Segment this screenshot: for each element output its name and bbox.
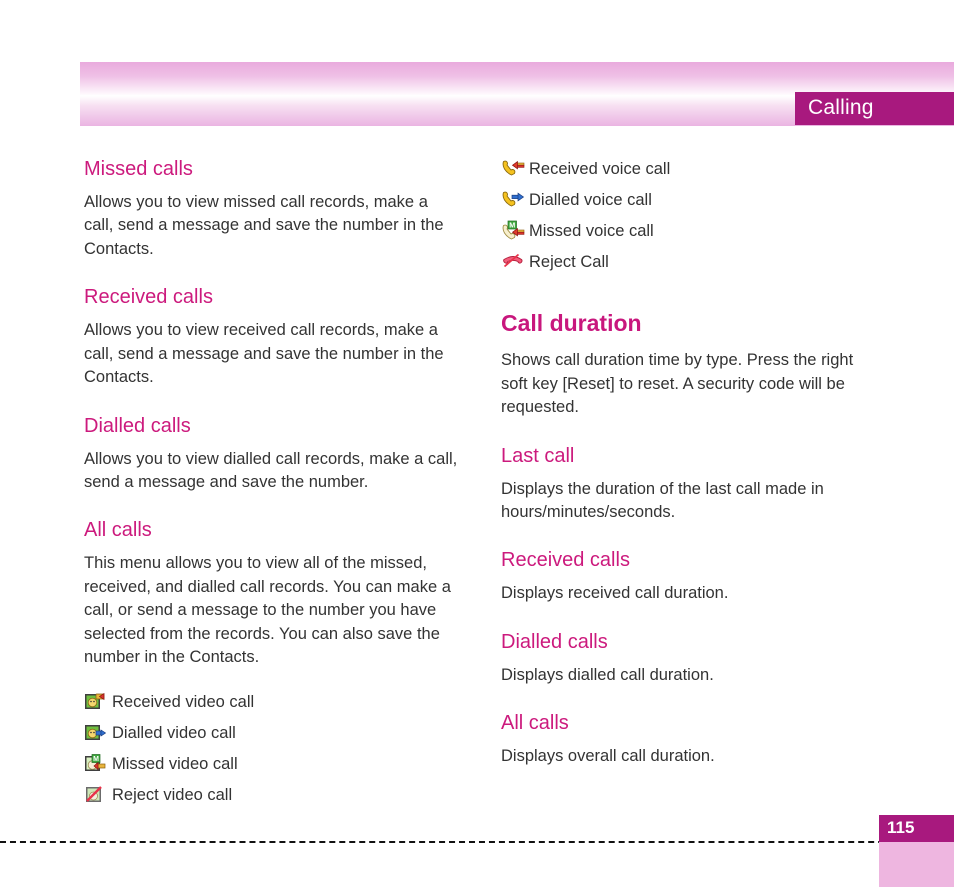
chapter-tab: Calling	[795, 92, 954, 125]
list-item: Dialled video call	[84, 722, 459, 744]
list-item: M Missed video call	[84, 753, 459, 775]
list-item: Dialled voice call	[501, 189, 876, 211]
paragraph-duration-received-calls: Displays received call duration.	[501, 584, 729, 603]
list-item: Received voice call	[501, 158, 876, 180]
missed-voice-call-icon: M	[501, 220, 525, 242]
list-item: M Missed voice call	[501, 220, 876, 242]
heading-dialled-calls: Dialled calls	[84, 414, 191, 437]
list-item: Reject Call	[501, 251, 876, 273]
voice-call-icon-legend: Received voice call Dialled voice call M	[501, 158, 876, 273]
list-item: Received video call	[84, 691, 459, 713]
received-video-call-icon	[84, 691, 106, 713]
heading-duration-all-calls: All calls	[501, 712, 569, 735]
legend-label: Received video call	[112, 693, 255, 712]
legend-label: Reject video call	[112, 786, 233, 805]
legend-label: Received voice call	[529, 159, 671, 178]
paragraph-missed-calls: Allows you to view missed call records, …	[84, 193, 444, 258]
heading-duration-received-calls: Received calls	[501, 549, 630, 572]
page-number: 115	[887, 818, 915, 837]
dialled-video-call-icon	[84, 722, 106, 744]
legend-label: Reject Call	[529, 252, 609, 271]
video-call-icon-legend: Received video call Dialled video call M…	[84, 691, 459, 806]
page-marker-bottom-block	[879, 842, 954, 887]
chapter-tab-label: Calling	[808, 96, 874, 119]
received-voice-call-icon	[501, 158, 525, 180]
paragraph-dialled-calls: Allows you to view dialled call records,…	[84, 449, 458, 491]
paragraph-last-call: Displays the duration of the last call m…	[501, 479, 824, 521]
legend-label: Missed video call	[112, 755, 238, 774]
paragraph-duration-dialled-calls: Displays dialled call duration.	[501, 665, 714, 684]
legend-label: Dialled video call	[112, 724, 236, 743]
dialled-voice-call-icon	[501, 189, 525, 211]
page-marker: 115	[879, 815, 954, 887]
paragraph-received-calls: Allows you to view received call records…	[84, 321, 444, 387]
right-content-column: Received voice call Dialled voice call M	[501, 158, 876, 794]
heading-duration-dialled-calls: Dialled calls	[501, 630, 608, 653]
heading-received-calls: Received calls	[84, 286, 213, 309]
svg-text:M: M	[509, 221, 515, 230]
heading-all-calls: All calls	[84, 519, 152, 542]
paragraph-all-calls: This menu allows you to view all of the …	[84, 554, 451, 667]
left-content-column: Missed calls Allows you to view missed c…	[84, 158, 459, 815]
legend-label: Missed voice call	[529, 221, 654, 240]
heading-last-call: Last call	[501, 444, 575, 467]
legend-label: Dialled voice call	[529, 190, 652, 209]
reject-video-call-icon	[84, 784, 106, 806]
cut-line-divider	[0, 841, 954, 843]
paragraph-call-duration: Shows call duration time by type. Press …	[501, 351, 854, 417]
paragraph-duration-all-calls: Displays overall call duration.	[501, 747, 715, 766]
list-item: Reject video call	[84, 784, 459, 806]
heading-call-duration: Call duration	[501, 310, 642, 336]
missed-video-call-icon: M	[84, 753, 106, 775]
heading-missed-calls: Missed calls	[84, 158, 193, 180]
reject-call-icon	[501, 251, 523, 273]
page-marker-top-block: 115	[879, 815, 954, 842]
